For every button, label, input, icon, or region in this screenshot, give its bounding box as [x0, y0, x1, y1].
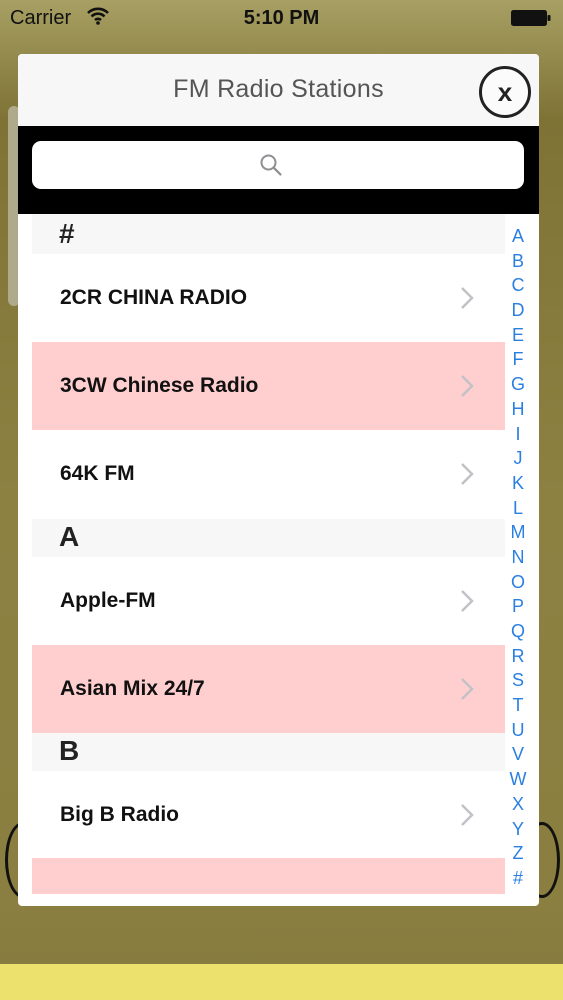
- station-name: Big B Radio: [60, 803, 179, 826]
- index-letter[interactable]: K: [512, 471, 524, 496]
- section-header-hash: #: [32, 214, 505, 254]
- list-item[interactable]: 64K FM: [32, 430, 505, 519]
- station-name: 64K FM: [60, 462, 135, 485]
- close-button[interactable]: x: [479, 66, 531, 118]
- index-letter[interactable]: V: [512, 742, 524, 767]
- index-letter[interactable]: P: [512, 594, 524, 619]
- index-letter[interactable]: A: [512, 224, 524, 249]
- list-item[interactable]: [32, 858, 505, 894]
- list-item[interactable]: Big B Radio: [32, 771, 505, 858]
- index-letter[interactable]: X: [512, 792, 524, 817]
- search-input[interactable]: [32, 141, 524, 189]
- station-name: 2CR CHINA RADIO: [60, 286, 248, 309]
- list-item[interactable]: Asian Mix 24/7: [32, 645, 505, 733]
- modal-title: FM Radio Stations: [173, 75, 384, 103]
- index-letter[interactable]: F: [513, 347, 524, 372]
- chevron-right-icon: [461, 804, 474, 826]
- index-letter[interactable]: Q: [511, 619, 525, 644]
- chevron-right-icon: [461, 463, 474, 485]
- index-letter[interactable]: O: [511, 570, 525, 595]
- index-letter[interactable]: E: [512, 323, 524, 348]
- index-letter[interactable]: H: [512, 397, 525, 422]
- index-letter[interactable]: I: [515, 422, 520, 447]
- station-name: Apple-FM: [60, 589, 156, 612]
- list-item[interactable]: Apple-FM: [32, 557, 505, 645]
- station-name: 3CW Chinese Radio: [60, 374, 259, 397]
- list-item[interactable]: 3CW Chinese Radio: [32, 342, 505, 430]
- index-letter[interactable]: S: [512, 668, 524, 693]
- index-letter[interactable]: B: [512, 249, 524, 274]
- modal-header: FM Radio Stations x: [18, 54, 539, 126]
- chevron-right-icon: [461, 678, 474, 700]
- status-bar: Carrier 5:10 PM: [0, 0, 563, 38]
- station-picker-modal: FM Radio Stations x # 2CR CHINA RADIO 3C…: [18, 54, 539, 906]
- index-letter[interactable]: N: [512, 545, 525, 570]
- index-letter[interactable]: J: [514, 446, 523, 471]
- chevron-right-icon: [461, 287, 474, 309]
- index-letter[interactable]: R: [512, 644, 525, 669]
- section-index[interactable]: A B C D E F G H I J K L M N O P Q R S T U V W X Y Z #: [507, 224, 529, 891]
- index-letter[interactable]: G: [511, 372, 525, 397]
- section-header-b: B: [32, 733, 505, 771]
- battery-icon: [511, 10, 551, 26]
- index-letter[interactable]: U: [512, 718, 525, 743]
- index-letter[interactable]: T: [513, 693, 524, 718]
- index-letter[interactable]: W: [510, 767, 527, 792]
- list-item[interactable]: 2CR CHINA RADIO: [32, 254, 505, 342]
- chevron-right-icon: [461, 590, 474, 612]
- index-letter[interactable]: D: [512, 298, 525, 323]
- index-letter[interactable]: #: [513, 866, 523, 891]
- index-letter[interactable]: C: [512, 273, 525, 298]
- index-letter[interactable]: Y: [512, 817, 524, 842]
- index-letter[interactable]: Z: [513, 841, 524, 866]
- station-name: Asian Mix 24/7: [60, 677, 205, 700]
- search-icon: [260, 154, 282, 176]
- close-icon: x: [497, 76, 513, 107]
- clock: 5:10 PM: [243, 7, 320, 29]
- index-letter[interactable]: M: [511, 520, 526, 545]
- index-letter[interactable]: L: [513, 496, 523, 521]
- section-header-a: A: [32, 519, 505, 557]
- station-list: # 2CR CHINA RADIO 3CW Chinese Radio 64K …: [32, 214, 505, 906]
- background-bottom-bar: [0, 964, 563, 1000]
- chevron-right-icon: [461, 375, 474, 397]
